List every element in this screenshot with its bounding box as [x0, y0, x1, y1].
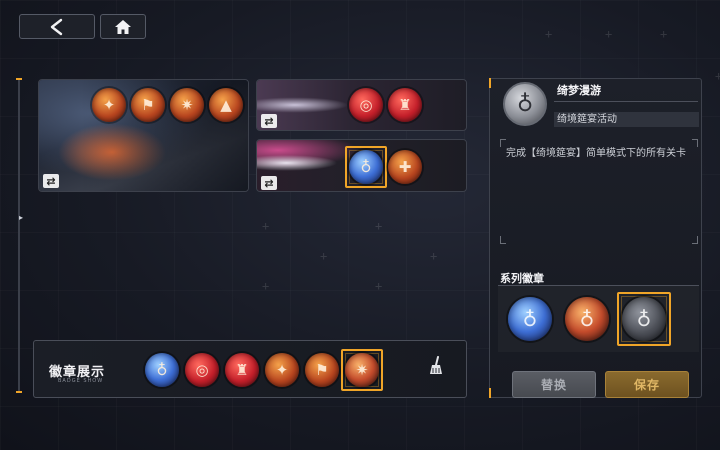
back-button[interactable] — [19, 14, 95, 39]
card-2-badge-2[interactable]: ♜ — [388, 88, 422, 122]
swap-icon[interactable]: ⇄ — [261, 114, 277, 128]
planet-icon: ♁ — [156, 360, 168, 379]
planet-icon: ♁ — [579, 307, 595, 331]
planet-icon: ♁ — [522, 307, 538, 331]
card-3-badge-1[interactable]: ♁ — [349, 150, 383, 184]
replace-button[interactable]: 替换 — [512, 371, 596, 398]
card-3-badge-2[interactable]: ✚ — [388, 150, 422, 184]
emblem-icon: ♜ — [235, 360, 249, 379]
emblem-icon: ✚ — [398, 157, 412, 176]
rail-cap-top — [16, 78, 22, 80]
swap-icon[interactable]: ⇄ — [43, 174, 59, 188]
showcase-slot-6[interactable]: ✷ — [345, 353, 379, 387]
emblem-icon: ✷ — [355, 360, 369, 379]
plus-mark: + — [605, 27, 613, 41]
emblem-icon: ◎ — [359, 95, 373, 114]
card-1-badge-1[interactable]: ✦ — [92, 88, 126, 122]
emblem-icon: ⚑ — [141, 95, 155, 114]
planet-icon: ♁ — [360, 157, 372, 176]
plus-mark: + — [262, 219, 270, 233]
home-button[interactable] — [100, 14, 146, 39]
emblem-icon: ♜ — [398, 95, 412, 114]
swap-icon[interactable]: ⇄ — [261, 176, 277, 190]
plus-mark: + — [320, 249, 328, 263]
card-1-badge-3[interactable]: ✷ — [170, 88, 204, 122]
series-title: 系列徽章 — [500, 272, 544, 285]
card-1-badge-4[interactable]: ▲ — [209, 88, 243, 122]
left-rail — [18, 78, 20, 393]
showcase-slot-3[interactable]: ♜ — [225, 353, 259, 387]
card-2-badge-1[interactable]: ◎ — [349, 88, 383, 122]
series-badge-1[interactable]: ♁ — [508, 297, 552, 341]
emblem-icon: ✷ — [180, 95, 194, 114]
badge-description: 完成【绮境筵宴】简单模式下的所有关卡 — [506, 148, 686, 159]
showcase-slot-1[interactable]: ♁ — [145, 353, 179, 387]
series-badge-2[interactable]: ♁ — [565, 297, 609, 341]
plus-mark: + — [430, 249, 438, 263]
showcase-subtitle: BADGE SHOW — [58, 378, 104, 384]
home-icon — [115, 19, 131, 34]
badge-source-tag: 绮境筵宴活动 — [554, 112, 699, 127]
save-button[interactable]: 保存 — [605, 371, 689, 398]
divider — [554, 101, 698, 102]
plus-mark: + — [375, 279, 383, 293]
plus-mark: + — [660, 27, 668, 41]
badge-name: 绮梦漫游 — [557, 84, 601, 97]
planet-icon: ♁ — [636, 307, 652, 331]
plus-mark: + — [262, 279, 270, 293]
accent-corner — [489, 388, 491, 398]
showcase-slot-5[interactable]: ⚑ — [305, 353, 339, 387]
chevron-left-icon — [50, 18, 63, 35]
series-badge-3[interactable]: ♁ — [622, 297, 666, 341]
emblem-icon: ✦ — [275, 360, 289, 379]
plus-mark: + — [545, 27, 553, 41]
rail-cap-bottom — [16, 391, 22, 393]
broom-icon — [430, 356, 442, 374]
card-1-badge-2[interactable]: ⚑ — [131, 88, 165, 122]
emblem-icon: ◎ — [195, 360, 209, 379]
planet-icon: ♁ — [516, 91, 534, 117]
detail-badge-icon: ♁ — [503, 82, 547, 126]
accent-corner — [489, 78, 491, 88]
bracket-decor — [692, 236, 698, 244]
clear-showcase-button[interactable] — [423, 353, 449, 379]
plus-mark: + — [375, 219, 383, 233]
emblem-icon: ✦ — [102, 95, 116, 114]
rail-arrow-icon: ▸ — [19, 213, 24, 222]
bracket-decor — [500, 236, 506, 244]
emblem-icon: ▲ — [220, 95, 232, 114]
showcase-slot-2[interactable]: ◎ — [185, 353, 219, 387]
plus-mark: + — [715, 69, 720, 83]
showcase-slot-4[interactable]: ✦ — [265, 353, 299, 387]
emblem-icon: ⚑ — [315, 360, 329, 379]
